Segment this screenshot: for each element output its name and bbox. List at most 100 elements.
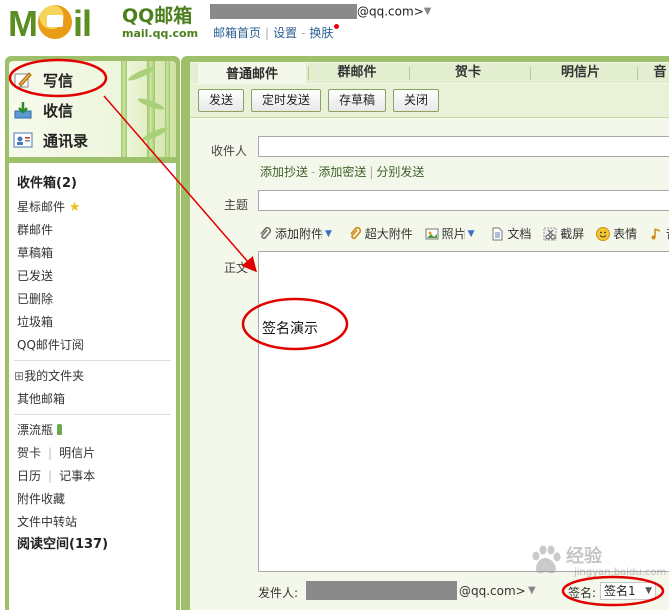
mail-home-link[interactable]: 邮箱首页 [213, 26, 261, 40]
subject-label: 主题 [224, 198, 249, 212]
music-button[interactable]: 音 [649, 225, 669, 242]
smiley-icon [596, 226, 611, 241]
sender-domain: @qq.com> [459, 584, 526, 598]
baidu-paw-icon [532, 545, 561, 574]
send-button[interactable]: 发送 [198, 89, 244, 112]
emoji-label: 表情 [613, 227, 638, 241]
editor-toolbar: 添加附件▼ 超大附件 照片▼ 文档 截屏 表情 音 [258, 225, 669, 243]
change-skin-link[interactable]: 换肤 [309, 26, 333, 40]
emoji-button[interactable]: 表情 [596, 225, 637, 242]
folder-deleted[interactable]: 已删除 [17, 290, 53, 308]
contacts-icon [13, 130, 33, 150]
star-icon: ★ [68, 200, 81, 215]
watermark-url: jingyan.baidu.com [574, 567, 667, 578]
watermark-text: 经验 [566, 546, 602, 567]
contacts-button[interactable]: 通讯录 [13, 128, 88, 152]
account-domain: @qq.com> [357, 4, 424, 19]
tab-postcard[interactable]: 明信片 [530, 63, 631, 83]
photo-button[interactable]: 照片 ▼ [425, 225, 479, 242]
photo-icon [425, 227, 439, 241]
chevron-down-icon[interactable]: ▼ [321, 228, 332, 239]
folder-group-mail[interactable]: 群邮件 [17, 221, 53, 239]
scissors-icon [543, 227, 557, 241]
expand-toggle-icon[interactable]: ⊞ [14, 369, 24, 383]
drift-bottle-link[interactable]: 漂流瓶 [17, 421, 62, 439]
send-separately-link[interactable]: 分别发送 [376, 165, 424, 179]
close-button[interactable]: 关闭 [393, 89, 439, 112]
calendar-link[interactable]: 日历 [17, 469, 41, 483]
tab-normal-mail[interactable]: 普通邮件 [198, 63, 306, 83]
folder-starred[interactable]: 星标邮件 ★ [17, 198, 81, 216]
body-label: 正文 [224, 261, 249, 275]
notification-dot-icon [334, 24, 340, 29]
chevron-down-icon[interactable]: ▼ [463, 228, 475, 239]
add-cc-link[interactable]: 添加抄送 [260, 165, 308, 179]
add-attachment-button[interactable]: 添加附件 ▼ [258, 225, 336, 242]
logo-wordmark: Mil [8, 3, 92, 44]
tab-divider [637, 67, 638, 80]
account-switcher[interactable]: @qq.com>▼ [210, 4, 431, 20]
folder-starred-label: 星标邮件 [17, 200, 66, 214]
top-links: 邮箱首页 | 设置 - 换肤 [213, 24, 340, 41]
paperclip-icon [258, 226, 272, 241]
large-paperclip-icon [348, 226, 362, 241]
bamboo-decor [147, 61, 155, 157]
document-button[interactable]: 文档 [490, 225, 531, 242]
signature-label: 签名: [568, 586, 597, 600]
folder-inbox[interactable]: 收件箱(2) [17, 175, 77, 193]
music-note-icon [649, 227, 663, 241]
drift-bottle-label: 漂流瓶 [17, 423, 54, 437]
folder-spam[interactable]: 垃圾箱 [17, 313, 53, 331]
add-attachment-label: 添加附件 [275, 227, 324, 241]
document-label: 文档 [507, 227, 532, 241]
tab-greeting-card[interactable]: 贺卡 [409, 63, 527, 83]
compose-label: 写信 [43, 71, 74, 90]
signature-value: 签名1 [604, 584, 636, 598]
qqmail-logo[interactable]: Mil [8, 2, 120, 46]
reading-space-link[interactable]: 阅读空间(137) [17, 536, 108, 554]
file-transfer-link[interactable]: 文件中转站 [17, 513, 77, 531]
top-header: Mil QQ邮箱 mail.qq.com @qq.com>▼ 邮箱首页 | 设置 - 换… [0, 0, 669, 56]
chevron-down-icon[interactable]: ▼ [424, 6, 432, 17]
cards-row: 贺卡 | 明信片 [17, 446, 96, 460]
inbox-download-icon [13, 100, 33, 120]
receive-mail-button[interactable]: 收信 [13, 98, 73, 122]
recipient-input[interactable] [258, 136, 669, 157]
recipient-label: 收件人 [211, 144, 248, 158]
recipient-options: 添加抄送 - 添加密送 | 分别发送 [260, 165, 425, 179]
scheduled-send-button[interactable]: 定时发送 [251, 89, 321, 112]
redacted-sender-name[interactable] [306, 581, 457, 600]
postcard-link[interactable]: 明信片 [59, 446, 95, 460]
compose-button[interactable]: 写信 [13, 68, 73, 92]
signature-demo-text: 签名演示 [262, 321, 318, 337]
tab-group-mail[interactable]: 群邮件 [308, 63, 406, 83]
add-bcc-link[interactable]: 添加密送 [318, 165, 366, 179]
attachments-link[interactable]: 附件收藏 [17, 490, 65, 508]
folder-drafts[interactable]: 草稿箱 [17, 244, 53, 262]
nav-divider [14, 360, 171, 361]
save-draft-button[interactable]: 存草稿 [328, 89, 386, 112]
my-folders-label: 我的文件夹 [24, 369, 85, 383]
brand-domain: mail.qq.com [122, 27, 199, 40]
contacts-label: 通讯录 [43, 131, 89, 150]
body-editor[interactable] [258, 251, 669, 572]
photo-label: 照片 [441, 227, 466, 241]
subject-input[interactable] [258, 190, 669, 211]
screenshot-label: 截屏 [560, 227, 585, 241]
chevron-down-icon[interactable]: ▼ [528, 585, 536, 596]
my-folders[interactable]: ⊞我的文件夹 [14, 367, 84, 385]
card-link[interactable]: 贺卡 [17, 446, 41, 460]
brand: QQ邮箱 mail.qq.com [122, 5, 198, 41]
bottle-icon [56, 424, 62, 435]
compose-icon [13, 70, 33, 90]
bamboo-decor [121, 61, 127, 157]
folder-sent[interactable]: 已发送 [17, 267, 53, 285]
other-mailboxes[interactable]: 其他邮箱 [17, 390, 65, 408]
large-attachment-button[interactable]: 超大附件 [348, 225, 413, 242]
compose-tabs: 普通邮件 群邮件 贺卡 明信片 音 [190, 63, 669, 83]
folder-subscriptions[interactable]: QQ邮件订阅 [17, 336, 84, 354]
notebook-link[interactable]: 记事本 [59, 469, 95, 483]
screenshot-button[interactable]: 截屏 [543, 225, 584, 242]
settings-link[interactable]: 设置 [273, 26, 297, 40]
tab-music[interactable]: 音 [648, 63, 669, 83]
